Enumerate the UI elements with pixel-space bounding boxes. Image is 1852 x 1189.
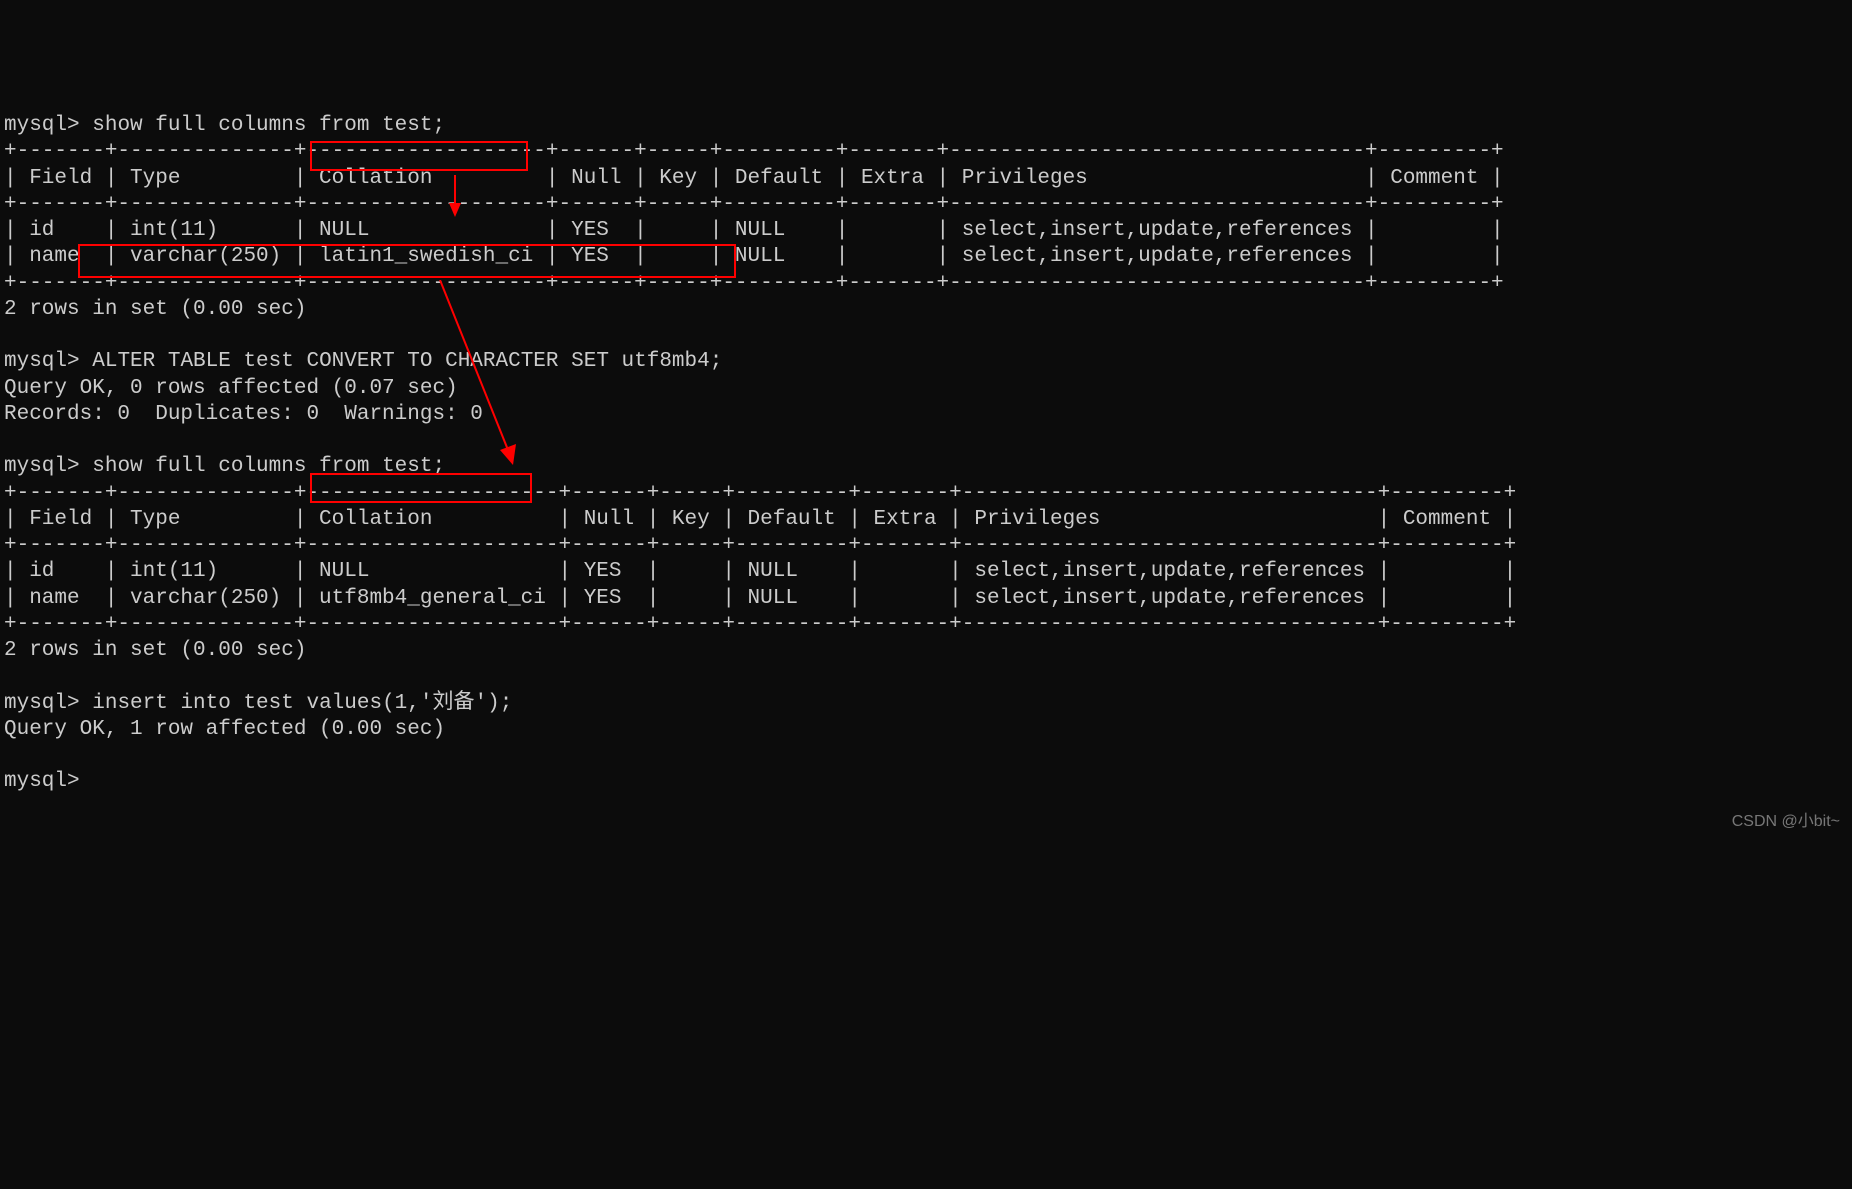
result-query-ok: Query OK, 0 rows affected (0.07 sec) xyxy=(4,377,458,400)
prompt: mysql> xyxy=(4,692,80,715)
table-border: +-------+--------------+----------------… xyxy=(4,534,1516,557)
table-row: | name | varchar(250) | utf8mb4_general_… xyxy=(4,587,1516,610)
prompt: mysql> xyxy=(4,455,80,478)
table-row: | id | int(11) | NULL | YES | | NULL | |… xyxy=(4,219,1504,242)
result-rows: 2 rows in set (0.00 sec) xyxy=(4,639,306,662)
prompt: mysql> xyxy=(4,350,80,373)
table-row: | name | varchar(250) | latin1_swedish_c… xyxy=(4,245,1504,268)
table-border: +-------+--------------+----------------… xyxy=(4,140,1504,163)
prompt: mysql> xyxy=(4,114,80,137)
table-row: | id | int(11) | NULL | YES | | NULL | |… xyxy=(4,560,1516,583)
table-border: +-------+--------------+----------------… xyxy=(4,613,1516,636)
table-header-row: | Field | Type | Collation | Null | Key … xyxy=(4,508,1516,531)
watermark: CSDN @小bit~ xyxy=(1732,812,1840,832)
prompt: mysql> xyxy=(4,770,80,793)
table-border: +-------+--------------+----------------… xyxy=(4,482,1516,505)
result-query-ok: Query OK, 1 row affected (0.00 sec) xyxy=(4,718,445,741)
table-header-row: | Field | Type | Collation | Null | Key … xyxy=(4,167,1504,190)
result-rows: 2 rows in set (0.00 sec) xyxy=(4,298,306,321)
command-show-columns-1: show full columns from test; xyxy=(92,114,445,137)
command-alter-table: ALTER TABLE test CONVERT TO CHARACTER SE… xyxy=(92,350,722,373)
table-border: +-------+--------------+----------------… xyxy=(4,272,1504,295)
table-border: +-------+--------------+----------------… xyxy=(4,193,1504,216)
command-show-columns-2: show full columns from test; xyxy=(92,455,445,478)
result-records: Records: 0 Duplicates: 0 Warnings: 0 xyxy=(4,403,483,426)
command-insert: insert into test values(1,'刘备'); xyxy=(92,692,512,715)
terminal-output: mysql> show full columns from test; +---… xyxy=(4,113,1848,796)
